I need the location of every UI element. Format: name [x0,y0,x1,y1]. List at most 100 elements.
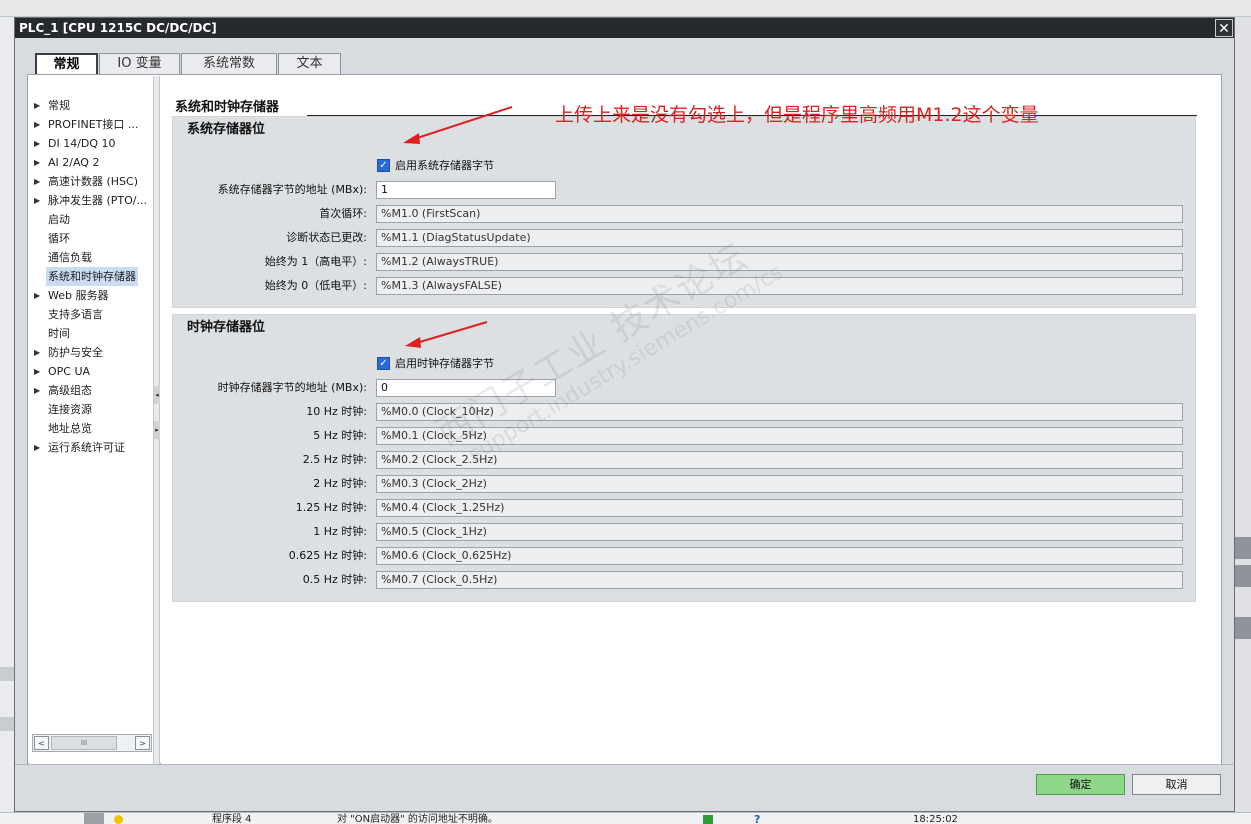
clock-1-25hz-field: %M0.4 (Clock_1.25Hz) [376,499,1183,517]
system-memory-address-label: 系统存储器字节的地址 (MBx): [217,183,367,196]
background-block [1234,565,1251,587]
nav-horizontal-scrollbar[interactable]: < III > [32,734,152,752]
nav-item-hsc[interactable]: ▶ 高速计数器 (HSC) [29,172,153,191]
background-app-left-edge [0,17,14,812]
nav-item-runtime-licenses[interactable]: ▶ 运行系统许可证 [29,438,153,457]
warning-icon [114,815,123,824]
nav-tree: ▶ 常规 ▶ PROFINET接口 ... ▶ DI 14/DQ 10 ▶ AI 2/A… [29,76,153,764]
tab-io-tags[interactable]: IO 变量 [99,53,180,74]
expand-arrow-icon[interactable]: ▶ [34,134,40,153]
field-label: 1.25 Hz 时钟: [295,501,367,514]
settings-panel: 系统和时钟存储器 系统存储器位 ✓ 启用系统存储器字节 系统存储器字节的地址 (… [161,76,1221,764]
tab-system-constants[interactable]: 系统常数 [181,53,277,74]
nav-item-comm-load[interactable]: 通信负载 [29,248,153,267]
nav-item-general[interactable]: ▶ 常规 [29,96,153,115]
nav-item-startup[interactable]: 启动 [29,210,153,229]
field-label: 2.5 Hz 时钟: [302,453,367,466]
clock-10hz-field: %M0.0 (Clock_10Hz) [376,403,1183,421]
nav-item-profinet[interactable]: ▶ PROFINET接口 ... [29,115,153,134]
system-memory-address-input[interactable]: 1 [376,181,556,199]
enable-system-memory-checkbox[interactable]: ✓ [377,159,390,172]
field-label: 始终为 0（低电平）: [264,279,367,292]
scroll-right-button[interactable]: > [135,736,150,750]
always-true-field: %M1.2 (AlwaysTRUE) [376,253,1183,271]
nav-item-ai-aq[interactable]: ▶ AI 2/AQ 2 [29,153,153,172]
field-label: 5 Hz 时钟: [313,429,367,442]
field-label: 0.5 Hz 时钟: [302,573,367,586]
dialog-title: PLC_1 [CPU 1215C DC/DC/DC] [19,21,217,35]
clock-memory-address-label: 时钟存储器字节的地址 (MBx): [217,381,367,394]
ok-button[interactable]: 确定 [1036,774,1125,795]
footer-divider [15,764,1234,765]
group-title: 时钟存储器位 [187,320,266,335]
tab-texts[interactable]: 文本 [278,53,341,74]
expand-arrow-icon[interactable]: ▶ [34,96,40,115]
collapse-right-button[interactable]: ▸ [154,421,160,439]
nav-item-system-clock-memory[interactable]: 系统和时钟存储器 [29,267,153,286]
section-title: 系统和时钟存储器 [175,100,280,115]
clock-memory-group: 时钟存储器位 ✓ 启用时钟存储器字节 时钟存储器字节的地址 (MBx): 0 1… [172,314,1196,602]
clock-2-5hz-field: %M0.2 (Clock_2.5Hz) [376,451,1183,469]
clock-0-5hz-field: %M0.7 (Clock_0.5Hz) [376,571,1183,589]
background-block [0,667,14,681]
scroll-left-button[interactable]: < [34,736,49,750]
field-label: 始终为 1（高电平）: [264,255,367,268]
diag-status-field: %M1.1 (DiagStatusUpdate) [376,229,1183,247]
tab-general[interactable]: 常规 [35,53,98,76]
status-segment: 程序段 4 [212,814,252,824]
nav-item-web-server[interactable]: ▶ Web 服务器 [29,286,153,305]
always-false-field: %M1.3 (AlwaysFALSE) [376,277,1183,295]
help-icon[interactable]: ? [754,813,760,824]
field-label: 2 Hz 时钟: [313,477,367,490]
content-frame: ▶ 常规 ▶ PROFINET接口 ... ▶ DI 14/DQ 10 ▶ AI 2/A… [27,74,1222,764]
field-label: 10 Hz 时钟: [306,405,367,418]
background-block [84,813,104,824]
expand-arrow-icon[interactable]: ▶ [34,362,40,381]
checkbox-label: 启用时钟存储器字节 [395,357,494,370]
nav-item-address-overview[interactable]: 地址总览 [29,419,153,438]
enable-clock-memory-checkbox[interactable]: ✓ [377,357,390,370]
group-title: 系统存储器位 [187,122,266,137]
status-message: 对 "ON启动器" 的访问地址不明确。 [337,814,498,824]
nav-item-connection-resources[interactable]: 连接资源 [29,400,153,419]
nav-item-di-dq[interactable]: ▶ DI 14/DQ 10 [29,134,153,153]
expand-arrow-icon[interactable]: ▶ [34,115,40,134]
expand-arrow-icon[interactable]: ▶ [34,172,40,191]
go-to-icon[interactable] [703,815,713,824]
nav-item-protection-security[interactable]: ▶ 防护与安全 [29,343,153,362]
clock-2hz-field: %M0.3 (Clock_2Hz) [376,475,1183,493]
expand-arrow-icon[interactable]: ▶ [34,191,40,210]
collapse-left-button[interactable]: ◂ [154,386,160,404]
field-label: 诊断状态已更改: [286,231,367,244]
nav-item-opc-ua[interactable]: ▶ OPC UA [29,362,153,381]
checkbox-label: 启用系统存储器字节 [395,159,494,172]
close-button[interactable]: ✕ [1215,19,1233,37]
background-status-row: 程序段 4 对 "ON启动器" 的访问地址不明确。 ? 18:25:02 [0,812,1251,824]
dialog-titlebar[interactable]: PLC_1 [CPU 1215C DC/DC/DC] ✕ [15,18,1234,38]
nav-item-advanced-config[interactable]: ▶ 高级组态 [29,381,153,400]
background-app-toolbar [0,0,1251,17]
expand-arrow-icon[interactable]: ▶ [34,438,40,457]
expand-arrow-icon[interactable]: ▶ [34,153,40,172]
cancel-button[interactable]: 取消 [1132,774,1221,795]
scroll-thumb[interactable]: III [51,736,117,750]
background-block [0,717,14,731]
field-label: 1 Hz 时钟: [313,525,367,538]
nav-item-pulse-generator[interactable]: ▶ 脉冲发生器 (PTO/... [29,191,153,210]
nav-item-multilanguage[interactable]: 支持多语言 [29,305,153,324]
clock-1hz-field: %M0.5 (Clock_1Hz) [376,523,1183,541]
panel-splitter[interactable]: ◂ ▸ [153,76,160,764]
field-label: 首次循环: [319,207,367,220]
background-app-right-edge [1234,17,1251,812]
expand-arrow-icon[interactable]: ▶ [34,381,40,400]
clock-memory-address-input[interactable]: 0 [376,379,556,397]
properties-dialog: PLC_1 [CPU 1215C DC/DC/DC] ✕ 常规 IO 变量 系统… [14,17,1235,812]
nav-item-time[interactable]: 时间 [29,324,153,343]
nav-item-cycle[interactable]: 循环 [29,229,153,248]
clock-0-625hz-field: %M0.6 (Clock_0.625Hz) [376,547,1183,565]
expand-arrow-icon[interactable]: ▶ [34,286,40,305]
clock-5hz-field: %M0.1 (Clock_5Hz) [376,427,1183,445]
expand-arrow-icon[interactable]: ▶ [34,343,40,362]
close-icon: ✕ [1218,21,1230,37]
annotation-text: 上传上来是没有勾选上，但是程序里高频用M1.2这个变量 [555,104,1039,126]
